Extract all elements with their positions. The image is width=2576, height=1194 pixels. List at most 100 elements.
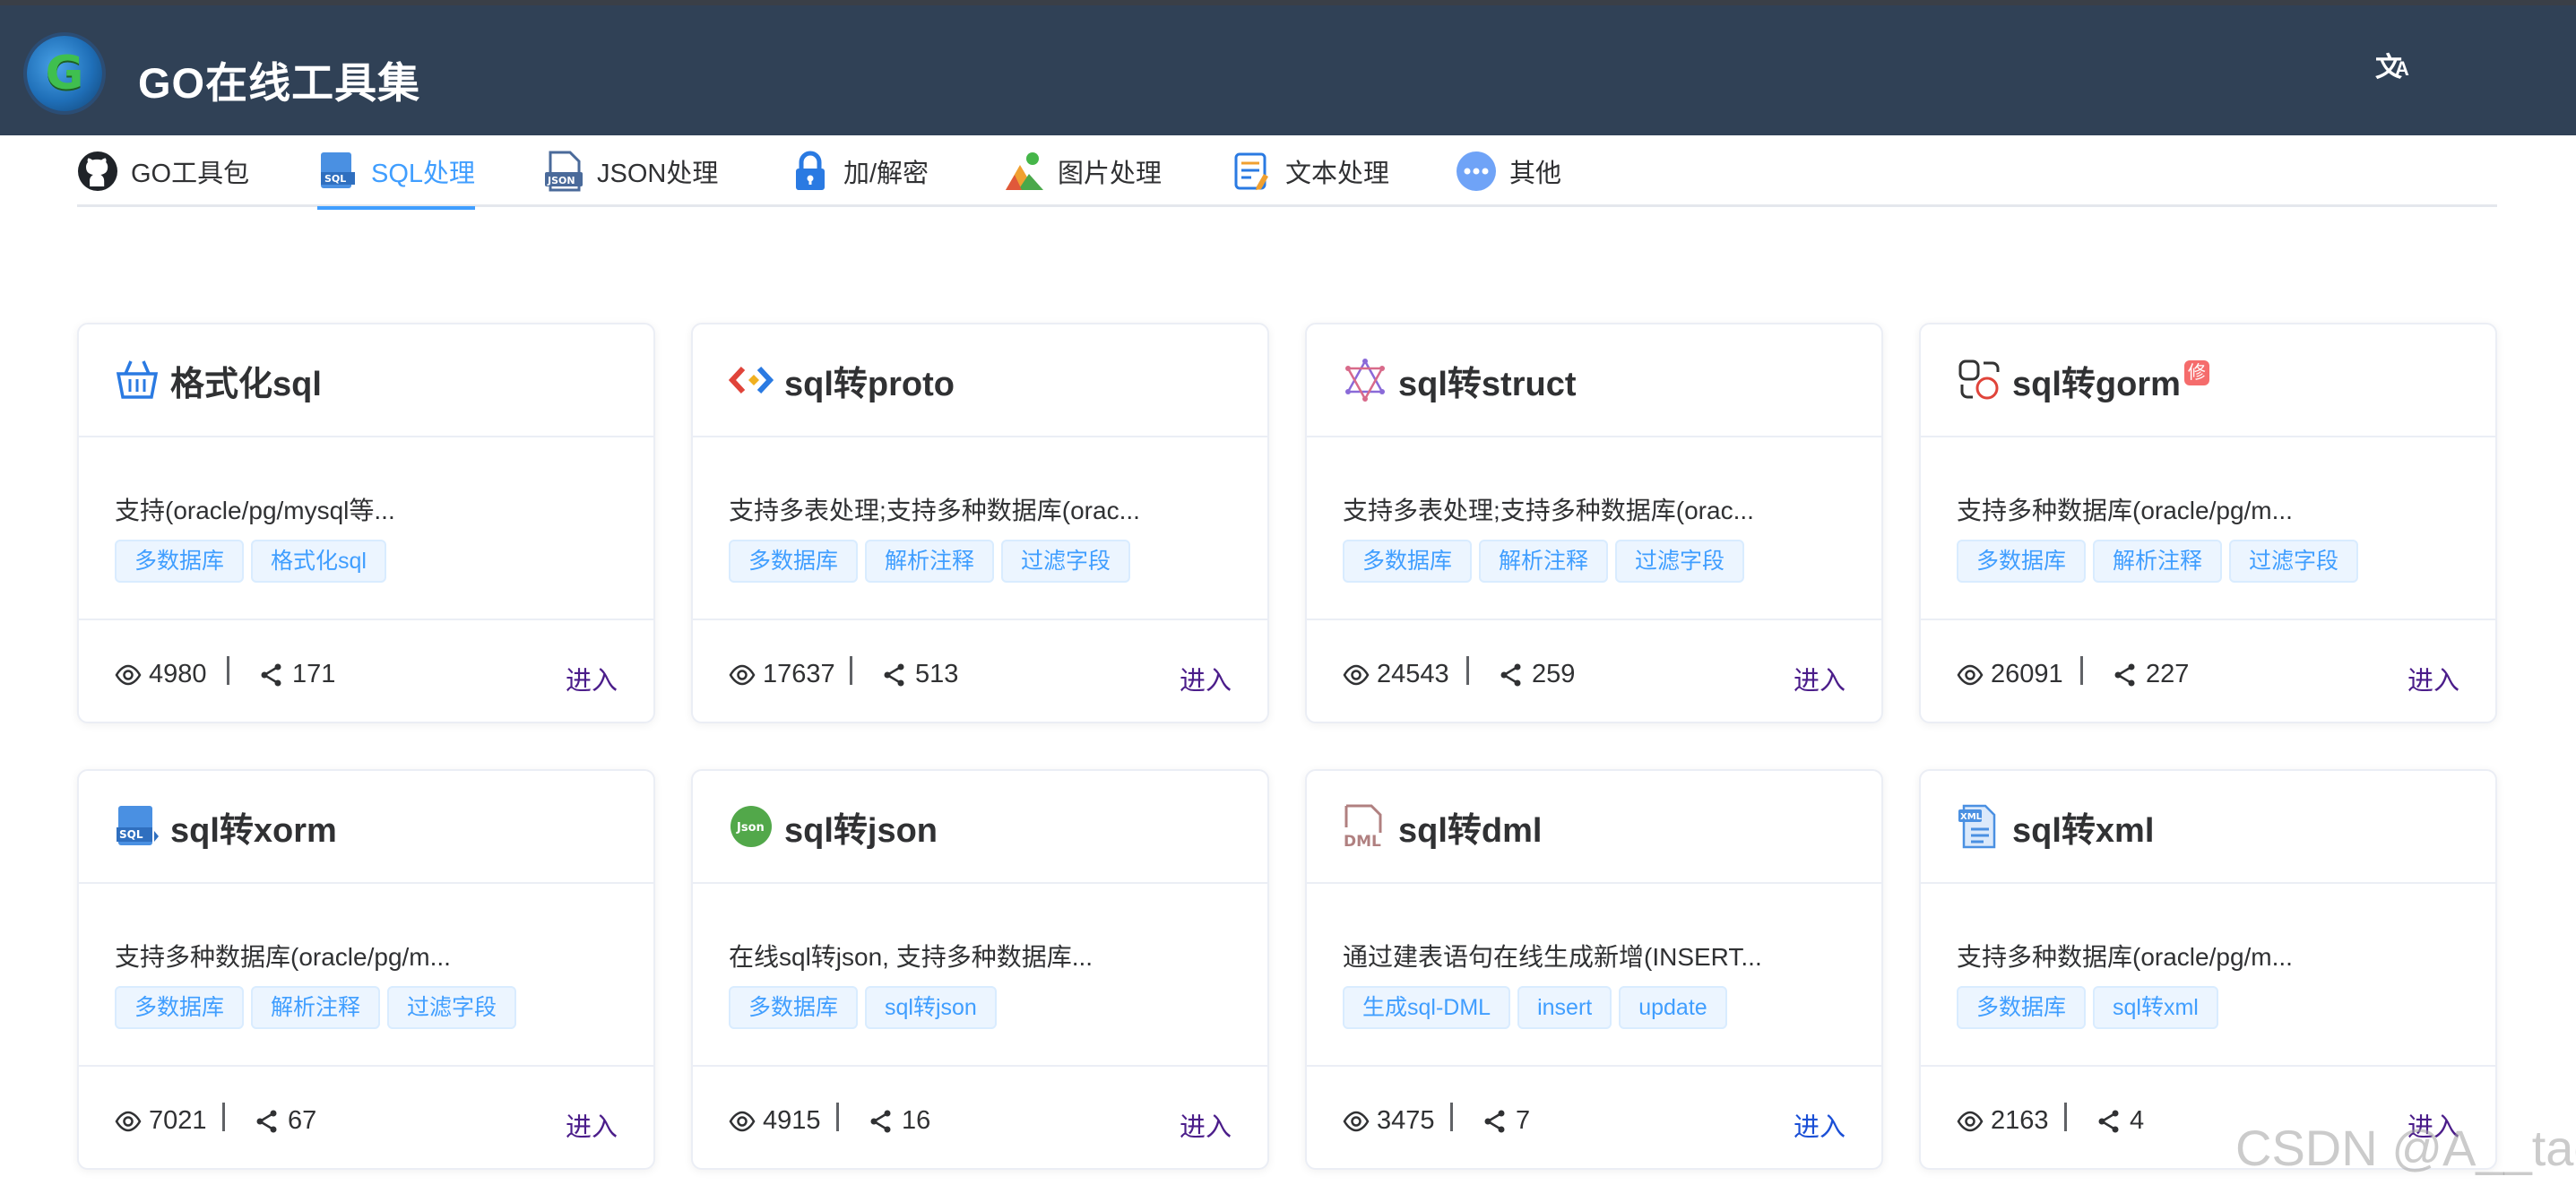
share-icon bbox=[884, 663, 904, 686]
share-icon bbox=[2114, 663, 2135, 686]
card-title[interactable]: sql转dml bbox=[1398, 802, 1542, 852]
star-icon bbox=[1343, 358, 1387, 402]
sql-file-icon: SQL bbox=[115, 804, 160, 849]
json-circle-text: Json bbox=[736, 821, 765, 835]
tab-label: 加/解密 bbox=[843, 160, 929, 188]
share-count-value: 67 bbox=[288, 1106, 317, 1135]
tag: 过滤字段 bbox=[2229, 540, 2359, 583]
card-description: 支持多种数据库(oracle/pg/m... bbox=[115, 943, 451, 971]
view-count-value: 24543 bbox=[1377, 660, 1449, 688]
tag: 解析注释 bbox=[865, 540, 995, 583]
enter-link[interactable]: 进入 bbox=[1180, 1106, 1232, 1144]
tab-go-tools[interactable]: GO工具包 bbox=[77, 135, 249, 207]
tab-crypto[interactable]: 加/解密 bbox=[790, 135, 929, 207]
card-header: DML sql转dml bbox=[1307, 771, 1881, 884]
share-count: 171 bbox=[258, 660, 335, 689]
card-tags: 多数据库 sql转xml bbox=[1957, 986, 2218, 1029]
card-tags: 生成sql-DML insert update bbox=[1343, 986, 1727, 1029]
card-description: 支持多表处理;支持多种数据库(orac... bbox=[1343, 497, 1754, 524]
tab-label: 其他 bbox=[1509, 160, 1562, 188]
card-title[interactable]: sql转json bbox=[784, 802, 938, 852]
card-footer: 4980 171 进入 bbox=[79, 619, 653, 723]
share-count-value: 7 bbox=[1516, 1106, 1531, 1135]
stat-divider bbox=[2080, 656, 2083, 685]
card-title[interactable]: sql转xorm bbox=[170, 802, 337, 852]
stat-divider bbox=[227, 656, 229, 685]
tag: 过滤字段 bbox=[387, 986, 517, 1029]
tag: 生成sql-DML bbox=[1343, 986, 1511, 1029]
tab-text[interactable]: 文本处理 bbox=[1232, 135, 1389, 207]
eye-icon bbox=[729, 1111, 756, 1131]
tool-card-format-sql: 格式化sql 支持(oracle/pg/mysql等... 多数据库 格式化sq… bbox=[77, 323, 655, 723]
share-count: 259 bbox=[1498, 660, 1575, 689]
app-logo[interactable]: G bbox=[27, 36, 102, 111]
eye-icon bbox=[115, 1111, 142, 1131]
share-count: 227 bbox=[2112, 660, 2189, 689]
stat-divider bbox=[1466, 656, 1469, 685]
share-count-value: 227 bbox=[2146, 660, 2190, 688]
card-tags: 多数据库 sql转json bbox=[729, 986, 997, 1029]
tab-image[interactable]: 图片处理 bbox=[1004, 135, 1162, 207]
enter-link[interactable]: 进入 bbox=[1794, 1106, 1846, 1144]
tag: 多数据库 bbox=[1343, 540, 1473, 583]
view-count: 3475 bbox=[1343, 1106, 1435, 1136]
card-title[interactable]: 格式化sql bbox=[170, 356, 322, 405]
card-description: 支持多表处理;支持多种数据库(orac... bbox=[729, 497, 1140, 524]
tag: 多数据库 bbox=[115, 986, 245, 1029]
card-title[interactable]: sql转gorm bbox=[2012, 356, 2181, 405]
share-count: 67 bbox=[254, 1106, 316, 1136]
xml-icon-text: XML bbox=[1960, 812, 1983, 822]
tag: sql转xml bbox=[2093, 986, 2218, 1029]
stat-divider bbox=[836, 1103, 839, 1131]
card-title[interactable]: sql转xml bbox=[2012, 802, 2154, 852]
share-count: 4 bbox=[2096, 1106, 2144, 1136]
enter-link[interactable]: 进入 bbox=[2407, 660, 2459, 697]
lock-icon bbox=[790, 151, 831, 192]
tab-json[interactable]: JSON JSON处理 bbox=[543, 135, 718, 207]
json-icon-text: JSON bbox=[547, 175, 575, 186]
dml-icon: DML bbox=[1343, 804, 1387, 851]
view-count-value: 2163 bbox=[1991, 1106, 2049, 1135]
card-tags: 多数据库 解析注释 过滤字段 bbox=[1343, 540, 1745, 583]
card-footer: 17637 513 进入 bbox=[693, 619, 1267, 723]
view-count-value: 3475 bbox=[1377, 1106, 1435, 1135]
text-doc-icon bbox=[1232, 151, 1273, 192]
tab-other[interactable]: 其他 bbox=[1456, 135, 1561, 207]
app-title[interactable]: GO在线工具集 bbox=[138, 48, 420, 110]
tab-label: JSON处理 bbox=[597, 160, 719, 188]
card-header: XML sql转xml bbox=[1921, 771, 2495, 884]
share-count: 513 bbox=[881, 660, 958, 689]
card-tags: 多数据库 解析注释 过滤字段 bbox=[1957, 540, 2359, 583]
sql-icon-text: SQL bbox=[119, 828, 143, 841]
stat-divider bbox=[850, 656, 852, 685]
enter-link[interactable]: 进入 bbox=[566, 1106, 618, 1144]
card-header: 格式化sql bbox=[79, 324, 653, 437]
tag: sql转json bbox=[865, 986, 997, 1029]
dml-icon-text: DML bbox=[1344, 833, 1381, 849]
tab-sql[interactable]: SQL SQL处理 bbox=[317, 135, 476, 210]
tool-card-sql-to-dml: DML sql转dml 通过建表语句在线生成新增(INSERT... 生成sql… bbox=[1305, 769, 1883, 1170]
tool-card-sql-to-struct: sql转struct 支持多表处理;支持多种数据库(orac... 多数据库 解… bbox=[1305, 323, 1883, 723]
enter-link[interactable]: 进入 bbox=[1180, 660, 1232, 697]
share-count-value: 16 bbox=[902, 1106, 931, 1135]
logo-letter: G bbox=[45, 47, 84, 100]
stat-divider bbox=[2064, 1103, 2067, 1131]
json-file-icon: JSON bbox=[543, 151, 584, 192]
view-count-value: 4915 bbox=[763, 1106, 821, 1135]
card-description: 支持多种数据库(oracle/pg/m... bbox=[1957, 497, 2293, 524]
tag: 解析注释 bbox=[2093, 540, 2223, 583]
card-header: Json sql转json bbox=[693, 771, 1267, 884]
view-count-value: 17637 bbox=[763, 660, 835, 688]
share-icon bbox=[1484, 1110, 1505, 1132]
card-title[interactable]: sql转proto bbox=[784, 356, 955, 405]
tab-label: 图片处理 bbox=[1058, 160, 1163, 188]
card-footer: 26091 227 进入 bbox=[1921, 619, 2495, 723]
card-footer: 24543 259 进入 bbox=[1307, 619, 1881, 723]
enter-link[interactable]: 进入 bbox=[1794, 660, 1846, 697]
eye-icon bbox=[115, 664, 142, 685]
enter-link[interactable]: 进入 bbox=[566, 660, 618, 697]
translate-icon[interactable]: 文 A bbox=[2375, 45, 2416, 82]
share-icon bbox=[256, 1110, 277, 1132]
card-title[interactable]: sql转struct bbox=[1398, 356, 1576, 405]
tag: 多数据库 bbox=[1957, 540, 2087, 583]
